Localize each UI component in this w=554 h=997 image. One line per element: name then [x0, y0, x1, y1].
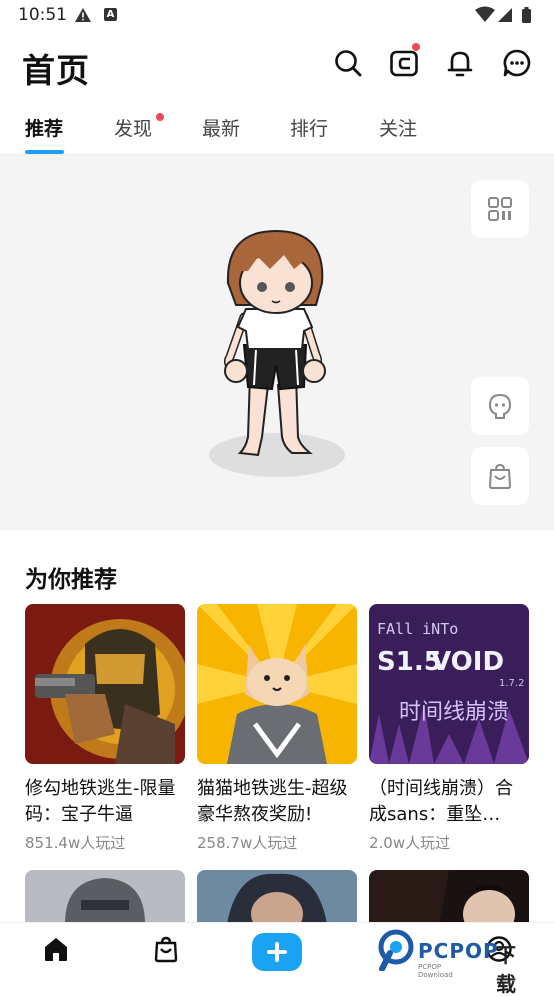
art-text-cn: 时间线崩溃 [399, 700, 509, 725]
art-text-subversion: 1.7.2 [499, 678, 524, 689]
game-thumbnail[interactable] [369, 870, 529, 924]
tab-latest[interactable]: 最新 [202, 114, 240, 141]
search-icon[interactable] [333, 48, 363, 78]
tab-discover[interactable]: 发现 [114, 114, 152, 141]
game-thumbnail[interactable] [25, 604, 185, 764]
watermark-download: 下载 [496, 943, 516, 996]
game-title: 猫猫地铁逃生-超级豪华熬夜奖励! [197, 778, 348, 825]
game-thumbnail[interactable]: FAll iNTo S1.5 VOID 1.7.2 时间线崩溃 [369, 604, 529, 764]
game-thumbnail[interactable] [197, 870, 357, 924]
game-play-count: 851.4w人玩过 [25, 834, 126, 852]
status-time: 10:51 [18, 5, 67, 25]
watermark: PCPOP PCPOP Download 下载 [376, 929, 516, 996]
create-button[interactable] [252, 933, 302, 971]
game-play-count: 258.7w人玩过 [197, 834, 298, 852]
bottom-navigation: PCPOP PCPOP Download 下载 [0, 922, 554, 996]
status-bar: 10:51 A [0, 0, 554, 30]
signal-battery-icon [475, 6, 531, 23]
watermark-brand: PCPOP [418, 939, 499, 963]
tab-ranking[interactable]: 排行 [290, 114, 328, 141]
wallet-badge [412, 43, 420, 51]
bell-icon[interactable] [445, 48, 475, 78]
art-text-void: VOID [431, 647, 504, 677]
avatar-showcase [0, 155, 554, 530]
game-card[interactable]: 修勾地铁逃生-限量码：宝子牛逼 851.4w人玩过 [25, 604, 185, 853]
game-title: 修勾地铁逃生-限量码：宝子牛逼 [25, 778, 176, 825]
game-card[interactable]: 猫猫地铁逃生-超级豪华熬夜奖励! 258.7w人玩过 [197, 604, 357, 853]
tab-discover-badge [156, 113, 164, 121]
tab-bar: 推荐 发现 最新 排行 关注 [0, 104, 554, 155]
qr-code-button[interactable] [471, 180, 529, 238]
tab-recommend[interactable]: 推荐 [25, 114, 63, 141]
face-icon [488, 393, 512, 419]
art-text-fall-into: FAll iNTo [377, 620, 458, 638]
avatar-character[interactable] [200, 225, 360, 485]
chat-icon[interactable] [502, 48, 532, 78]
tab-active-indicator [25, 150, 64, 154]
tab-following[interactable]: 关注 [379, 114, 417, 141]
watermark-subtext: PCPOP Download [418, 963, 453, 979]
bag-icon[interactable] [152, 935, 180, 963]
face-edit-button[interactable] [471, 377, 529, 435]
game-title: （时间线崩溃）合成sans：重坠… [369, 778, 513, 825]
game-thumbnail[interactable] [197, 604, 357, 764]
qr-code-icon [488, 197, 512, 221]
section-title-recommend: 为你推荐 [25, 567, 117, 593]
shop-button[interactable] [471, 447, 529, 505]
notification-a-icon: A [104, 8, 117, 21]
game-thumbnail[interactable] [25, 870, 185, 924]
app-header: 首页 [0, 30, 554, 100]
warning-icon [75, 8, 91, 22]
plus-icon [267, 942, 287, 962]
home-icon[interactable] [42, 935, 70, 963]
shop-bag-icon [488, 463, 512, 489]
page-title: 首页 [22, 51, 90, 90]
wallet-icon[interactable] [389, 48, 419, 78]
game-play-count: 2.0w人玩过 [369, 834, 451, 852]
game-card[interactable]: FAll iNTo S1.5 VOID 1.7.2 时间线崩溃 （时间线崩溃）合… [369, 604, 529, 853]
watermark-logo-icon [378, 929, 414, 972]
